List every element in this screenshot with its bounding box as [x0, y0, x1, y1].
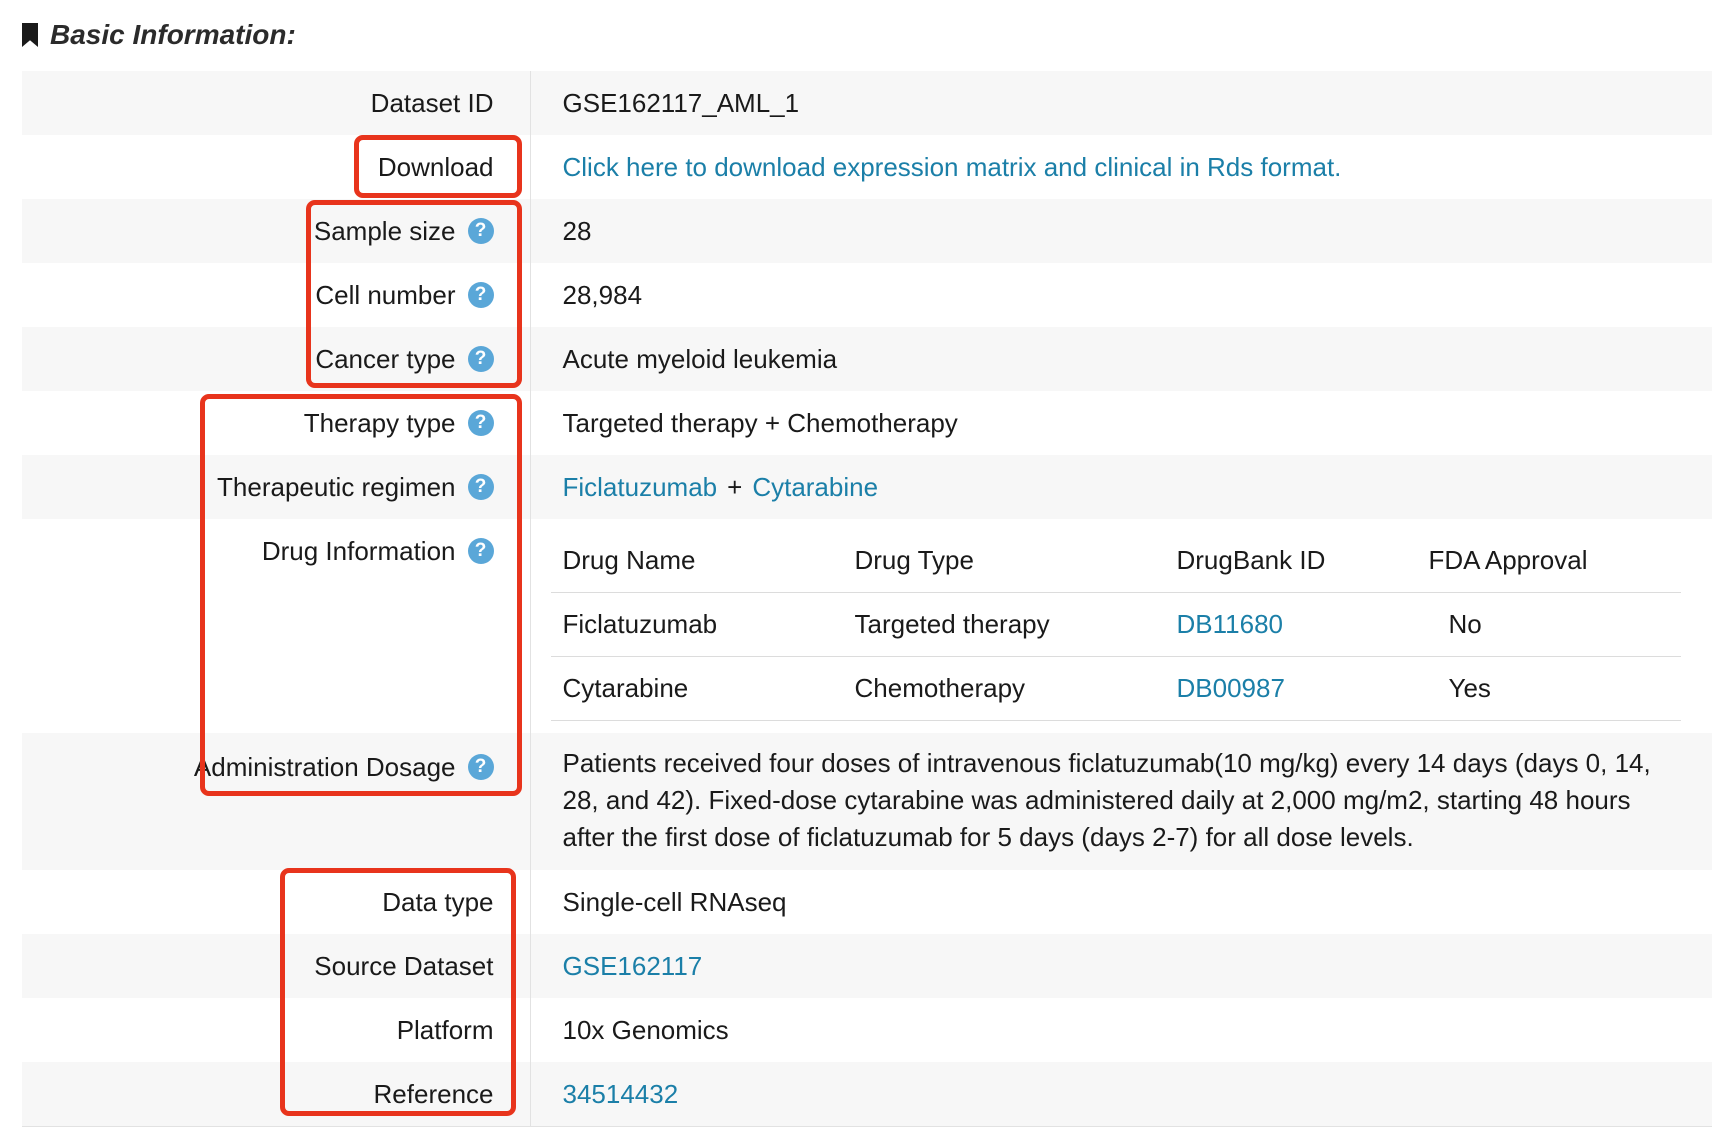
administration-dosage-label: Administration Dosage — [193, 751, 456, 782]
row-administration-dosage: Administration Dosage? Patients received… — [22, 733, 1712, 870]
drugbank-id-link[interactable]: DB11680 — [1177, 609, 1284, 639]
download-link[interactable]: Click here to download expression matrix… — [563, 152, 1342, 183]
cytarabine-link[interactable]: Cytarabine — [752, 472, 878, 503]
cancer-type-value: Acute myeloid leukemia — [562, 343, 838, 374]
drug-table-row: Cytarabine Chemotherapy DB00987 Yes — [550, 656, 1681, 721]
basic-info-table: Dataset ID GSE162117_AML_1 Download Clic… — [22, 71, 1712, 1127]
help-icon[interactable]: ? — [467, 282, 494, 308]
platform-label: Platform — [396, 1014, 494, 1045]
bookmark-icon — [22, 23, 38, 47]
data-type-label: Data type — [382, 886, 494, 917]
drugbank-id-link[interactable]: DB00987 — [1177, 673, 1285, 703]
row-data-type: Data type Single-cell RNAseq — [22, 870, 1712, 934]
row-dataset-id: Dataset ID GSE162117_AML_1 — [22, 71, 1712, 135]
plus-sign: + — [727, 471, 743, 502]
help-icon[interactable]: ? — [467, 410, 494, 436]
sample-size-value: 28 — [562, 215, 592, 246]
platform-value: 10x Genomics — [562, 1014, 729, 1045]
reference-label: Reference — [373, 1078, 494, 1109]
drugbank-id-header: DrugBank ID — [1164, 529, 1417, 593]
drug-type: Chemotherapy — [842, 656, 1165, 721]
cell-number-value: 28,984 — [562, 279, 643, 310]
therapy-type-label: Therapy type — [303, 407, 456, 438]
fda-approval-header: FDA Approval — [1416, 529, 1681, 593]
drug-name: Ficlatuzumab — [550, 592, 843, 657]
section-title: Basic Information: — [50, 19, 296, 50]
therapeutic-regimen-label: Therapeutic regimen — [217, 471, 456, 502]
sample-size-label: Sample size — [313, 215, 456, 246]
section-header: Basic Information: — [22, 18, 296, 52]
row-source-dataset: Source Dataset GSE162117 — [22, 934, 1712, 998]
help-icon[interactable]: ? — [467, 346, 494, 372]
row-download: Download Click here to download expressi… — [22, 135, 1712, 199]
dataset-id-value: GSE162117_AML_1 — [562, 87, 800, 118]
help-icon[interactable]: ? — [467, 474, 494, 500]
row-drug-information: Drug Information? Drug Name Drug Type Dr… — [22, 519, 1712, 733]
help-icon[interactable]: ? — [467, 538, 494, 564]
drug-table-row: Ficlatuzumab Targeted therapy DB11680 No — [550, 592, 1681, 657]
row-therapeutic-regimen: Therapeutic regimen? Ficlatuzumab + Cyta… — [22, 455, 1712, 519]
dataset-id-label: Dataset ID — [370, 87, 494, 118]
source-dataset-label: Source Dataset — [314, 950, 494, 981]
drug-type: Targeted therapy — [842, 592, 1165, 657]
row-cell-number: Cell number? 28,984 — [22, 263, 1712, 327]
drug-table-header: Drug Name Drug Type DrugBank ID FDA Appr… — [550, 529, 1681, 593]
row-platform: Platform 10x Genomics — [22, 998, 1712, 1062]
cancer-type-label: Cancer type — [315, 343, 456, 374]
row-cancer-type: Cancer type? Acute myeloid leukemia — [22, 327, 1712, 391]
data-type-value: Single-cell RNAseq — [562, 886, 787, 917]
row-therapy-type: Therapy type? Targeted therapy + Chemoth… — [22, 391, 1712, 455]
source-dataset-link[interactable]: GSE162117 — [563, 951, 703, 982]
drug-information-label: Drug Information — [261, 535, 456, 566]
drug-type-header: Drug Type — [842, 529, 1165, 593]
fda-approval: Yes — [1416, 656, 1681, 721]
drug-table: Drug Name Drug Type DrugBank ID FDA Appr… — [550, 529, 1681, 721]
help-icon[interactable]: ? — [467, 218, 494, 244]
download-label: Download — [377, 151, 494, 182]
fda-approval: No — [1416, 592, 1681, 657]
administration-dosage-value: Patients received four doses of intraven… — [562, 748, 1651, 852]
drug-name-header: Drug Name — [550, 529, 843, 593]
therapy-type-value: Targeted therapy + Chemotherapy — [562, 407, 958, 438]
cell-number-label: Cell number — [315, 279, 456, 310]
row-reference: Reference 34514432 — [22, 1062, 1712, 1127]
row-sample-size: Sample size? 28 — [22, 199, 1712, 263]
drug-name: Cytarabine — [550, 656, 843, 721]
ficlatuzumab-link[interactable]: Ficlatuzumab — [563, 472, 718, 503]
reference-link[interactable]: 34514432 — [563, 1079, 679, 1110]
help-icon[interactable]: ? — [467, 754, 494, 780]
